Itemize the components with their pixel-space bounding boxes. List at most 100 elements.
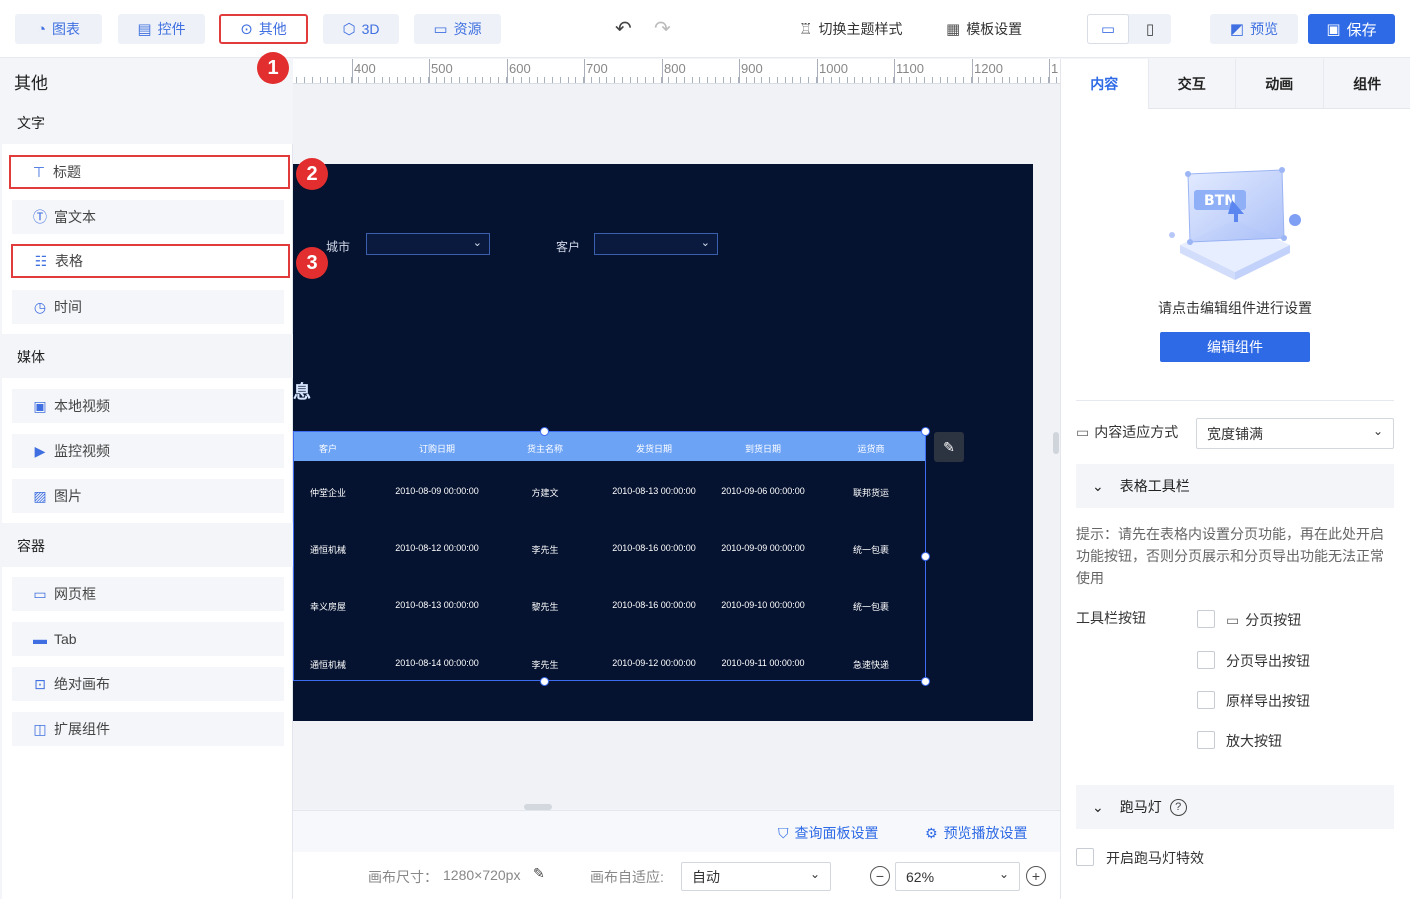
canvas-settings-bar: ⛉ 查询面板设置 ⚙ 预览播放设置: [293, 810, 1060, 852]
zoom-select[interactable]: 62% ⌄: [895, 862, 1020, 891]
other-button[interactable]: ⊙ 其他: [219, 14, 308, 44]
save-button[interactable]: ▣ 保存: [1308, 14, 1395, 44]
page-button-checkbox[interactable]: [1197, 610, 1215, 628]
ruler-minor-tick: [939, 77, 941, 83]
tab-component[interactable]: 组件: [1324, 59, 1410, 109]
chart-button[interactable]: ◔ 图表: [15, 14, 102, 44]
original-export-checkbox[interactable]: [1197, 691, 1215, 709]
customer-filter-select[interactable]: ⌄: [594, 233, 718, 255]
resize-handle[interactable]: [921, 677, 930, 686]
vertical-resize-handle[interactable]: [1053, 432, 1059, 454]
tab-animation[interactable]: 动画: [1236, 59, 1324, 109]
tab-content[interactable]: 内容: [1061, 59, 1149, 109]
ruler-minor-tick: [1009, 77, 1011, 83]
component-label: 监控视频: [54, 443, 110, 459]
component-label: 标题: [53, 164, 81, 180]
resize-handle[interactable]: [540, 677, 549, 686]
component-label: 扩展组件: [54, 721, 110, 737]
edit-component-button[interactable]: 编辑组件: [1160, 332, 1310, 362]
help-icon[interactable]: ?: [1169, 798, 1187, 816]
zoom-value: 62%: [906, 868, 935, 885]
ruler-minor-tick: [296, 77, 298, 83]
component-label: 网页框: [54, 586, 96, 602]
zoom-button-checkbox[interactable]: [1197, 731, 1215, 749]
canvas-adapt-select[interactable]: 自动 ⌄: [681, 862, 831, 891]
widget-icon: ▤: [137, 21, 152, 38]
selected-table-component[interactable]: [293, 431, 926, 681]
component-table[interactable]: ☷ 表格: [11, 244, 290, 278]
canvas-size-edit-icon[interactable]: ✎: [533, 865, 545, 882]
ruler-label: 1: [1051, 61, 1059, 76]
component-absolute-canvas[interactable]: ⊡ 绝对画布: [12, 667, 284, 701]
content-adapt-select[interactable]: 宽度铺满 ⌄: [1196, 418, 1394, 449]
ruler-minor-tick: [505, 77, 507, 83]
ruler-minor-tick: [451, 77, 453, 83]
ruler-minor-tick: [598, 77, 600, 83]
ruler-label: 1200: [974, 61, 1003, 76]
component-local-video[interactable]: ▣ 本地视频: [12, 389, 284, 423]
component-tab[interactable]: ▬ Tab: [12, 622, 284, 656]
mobile-icon[interactable]: ▯: [1129, 14, 1171, 44]
folder-tab-icon: ▬: [33, 631, 47, 647]
chevron-down-icon: ⌄: [809, 867, 820, 881]
preview-button[interactable]: ◩ 预览: [1210, 14, 1298, 44]
city-filter-select[interactable]: ⌄: [366, 233, 490, 255]
tab-interaction[interactable]: 交互: [1149, 59, 1236, 109]
desktop-icon[interactable]: ▭: [1087, 14, 1129, 44]
other-label: 其他: [258, 21, 287, 37]
resource-button[interactable]: ▭ 资源: [414, 14, 501, 44]
ruler-minor-tick: [412, 77, 414, 83]
resize-handle[interactable]: [921, 552, 930, 561]
filter-icon: ⛉: [778, 824, 789, 841]
ruler-minor-tick: [846, 77, 848, 83]
marquee-section[interactable]: ⌄ 跑马灯 ?: [1076, 785, 1394, 829]
ruler-label: 500: [431, 61, 453, 76]
toolbar-buttons-label: 工具栏按钮: [1076, 610, 1146, 626]
component-monitor-video[interactable]: ▶ 监控视频: [12, 434, 284, 468]
component-extension[interactable]: ◫ 扩展组件: [12, 712, 284, 746]
ruler-minor-tick: [660, 77, 662, 83]
component-title[interactable]: ⊤ 标题: [9, 155, 290, 189]
ruler-minor-tick: [404, 77, 406, 83]
component-web-frame[interactable]: ▭ 网页框: [12, 577, 284, 611]
undo-icon[interactable]: ↶: [615, 16, 632, 41]
zoom-out-icon[interactable]: −: [870, 866, 890, 886]
component-image[interactable]: ▨ 图片: [12, 479, 284, 513]
preview-play-label: 预览播放设置: [943, 825, 1028, 841]
resize-handle[interactable]: [540, 427, 549, 436]
component-rich-text[interactable]: Ⓣ 富文本: [12, 200, 284, 234]
ruler-minor-tick: [776, 77, 778, 83]
ruler-major-tick: [894, 59, 895, 83]
3d-button[interactable]: ⬡ 3D: [323, 14, 399, 44]
ruler-minor-tick: [606, 77, 608, 83]
video-icon: ▣: [33, 397, 47, 414]
marquee-checkbox[interactable]: [1076, 848, 1094, 866]
ruler-minor-tick: [652, 77, 654, 83]
theme-button[interactable]: ♖ 切换主题样式: [799, 14, 902, 44]
preview-play-settings-link[interactable]: ⚙ 预览播放设置: [925, 823, 1028, 843]
chevron-down-icon: ⌄: [1372, 424, 1383, 438]
page-export-checkbox[interactable]: [1197, 651, 1215, 669]
query-panel-settings-link[interactable]: ⛉ 查询面板设置: [778, 823, 879, 843]
ruler-minor-tick: [714, 77, 716, 83]
edit-pencil-icon[interactable]: ✎: [934, 432, 964, 462]
template-button[interactable]: ▦ 模板设置: [946, 14, 1022, 44]
zoom-in-icon[interactable]: +: [1026, 866, 1046, 886]
table-toolbar-section[interactable]: ⌄ 表格工具栏: [1076, 464, 1394, 508]
ruler-label: 800: [664, 61, 686, 76]
section-title: 跑马灯: [1119, 799, 1162, 815]
ruler-label: 900: [741, 61, 763, 76]
template-icon: ▦: [946, 21, 961, 38]
ruler-minor-tick: [583, 77, 584, 83]
resize-handle[interactable]: [921, 427, 930, 436]
monitor-icon: ▭: [1226, 611, 1240, 628]
ruler-minor-tick: [908, 77, 910, 83]
widget-button[interactable]: ▤ 控件: [118, 14, 205, 44]
ruler-major-tick: [817, 59, 818, 83]
preview-icon: ◩: [1229, 21, 1245, 38]
city-filter-label: 城市: [326, 240, 351, 254]
page-export-label: 分页导出按钮: [1226, 653, 1310, 669]
ruler-minor-tick: [389, 77, 391, 83]
component-time[interactable]: ◷ 时间: [12, 290, 284, 324]
redo-icon[interactable]: ↷: [654, 16, 671, 41]
